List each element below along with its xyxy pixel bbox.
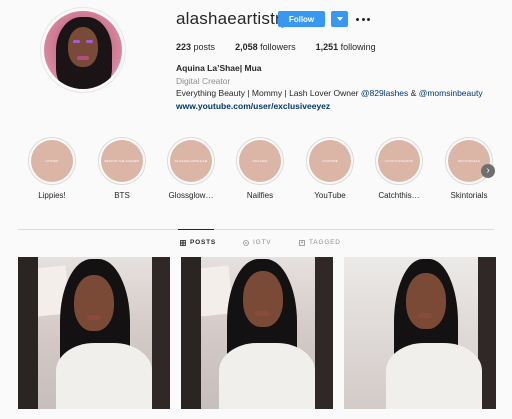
- chevron-down-icon: [336, 17, 343, 21]
- grid-icon: [180, 239, 186, 246]
- posts-count: 223 posts: [176, 42, 216, 52]
- tagged-icon: [299, 239, 305, 246]
- igtv-icon: [243, 239, 249, 246]
- profile-bio: Aquina La’Shae| Mua Digital Creator Ever…: [176, 62, 483, 112]
- highlight-cover: NAILFIES: [239, 140, 281, 182]
- highlight-label: Catchthis…: [378, 191, 420, 200]
- avatar-image[interactable]: [44, 11, 122, 89]
- avatar[interactable]: [40, 7, 126, 93]
- follow-button[interactable]: Follow: [278, 11, 325, 27]
- post-thumbnail[interactable]: [18, 257, 170, 409]
- highlight-label: YouTube: [314, 191, 346, 200]
- profile-website-link[interactable]: www.youtube.com/user/exclusiveeyez: [176, 100, 483, 113]
- highlight-item[interactable]: LIPPIES Lippies!: [17, 137, 87, 200]
- highlight-label: Lippies!: [38, 191, 66, 200]
- following-count[interactable]: 1,251 following: [316, 42, 376, 52]
- tab-tagged[interactable]: TAGGED: [299, 239, 341, 246]
- mention-link[interactable]: @829lashes: [361, 88, 408, 98]
- highlight-cover: GLOSSGLOWGLEAM: [170, 140, 212, 182]
- followers-count[interactable]: 2,058 followers: [235, 42, 296, 52]
- profile-stats: 223 posts 2,058 followers 1,251 followin…: [176, 42, 396, 52]
- suggested-dropdown-button[interactable]: [331, 11, 348, 27]
- highlight-cover: LIPPIES: [31, 140, 73, 182]
- highlight-cover: YOUTUBE: [309, 140, 351, 182]
- highlight-cover: BEHIND THE SCENES: [101, 140, 143, 182]
- tab-posts[interactable]: POSTS: [180, 239, 216, 246]
- profile-full-name: Aquina La’Shae| Mua: [176, 63, 262, 73]
- highlight-item[interactable]: NAILFIES Nailfies: [225, 137, 295, 200]
- mention-link[interactable]: @momsinbeauty: [419, 88, 483, 98]
- post-thumbnail[interactable]: [344, 257, 496, 409]
- active-tab-indicator: [178, 229, 214, 230]
- chevron-right-icon[interactable]: ›: [481, 164, 495, 178]
- highlight-label: Glossglow…: [168, 191, 214, 200]
- highlight-item[interactable]: BEHIND THE SCENES BTS: [87, 137, 157, 200]
- highlight-item[interactable]: GLOSSGLOWGLEAM Glossglow…: [156, 137, 226, 200]
- highlight-cover: CATCHTHISHOOK: [378, 140, 420, 182]
- tabs-divider: [18, 229, 494, 230]
- bio-line: Everything Beauty | Mommy | Lash Lover O…: [176, 88, 483, 98]
- more-options-button[interactable]: [356, 11, 370, 27]
- more-horizontal-icon: [356, 17, 359, 21]
- highlight-label: BTS: [114, 191, 130, 200]
- highlight-label: Skintorials: [450, 191, 488, 200]
- profile-tabs: POSTS IGTV TAGGED: [0, 239, 512, 251]
- story-highlights: LIPPIES Lippies! BEHIND THE SCENES BTS G…: [0, 137, 512, 207]
- highlight-label: Nailfies: [246, 191, 274, 200]
- profile-category: Digital Creator: [176, 75, 231, 86]
- post-thumbnail[interactable]: [181, 257, 333, 409]
- highlight-item[interactable]: CATCHTHISHOOK Catchthis…: [364, 137, 434, 200]
- tab-igtv[interactable]: IGTV: [243, 239, 271, 246]
- profile-header: alashaeartistry Follow 223 posts 2,058 f…: [0, 0, 512, 130]
- highlight-item[interactable]: YOUTUBE YouTube: [295, 137, 365, 200]
- profile-username: alashaeartistry: [176, 9, 290, 28]
